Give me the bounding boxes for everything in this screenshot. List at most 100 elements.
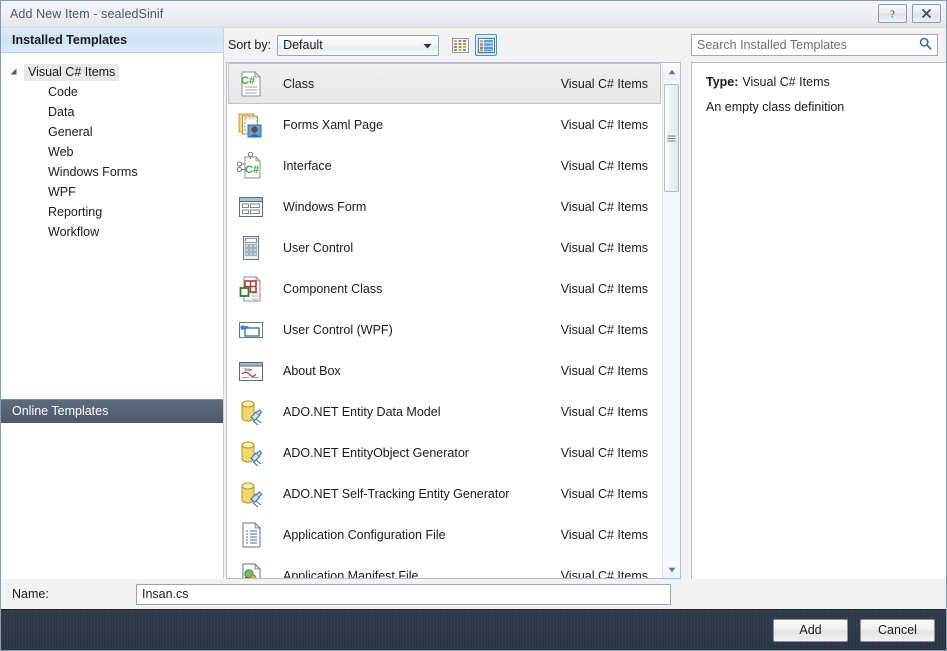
template-name: User Control (WPF) <box>283 322 393 337</box>
tree-item-windows-forms[interactable]: Windows Forms <box>1 162 223 182</box>
tree-item-code[interactable]: Code <box>1 82 223 102</box>
tree-item-web[interactable]: Web <box>1 142 223 162</box>
tree-item-label: Data <box>48 105 75 119</box>
search-area <box>691 28 946 62</box>
ado-net-entity-icon <box>235 478 267 510</box>
templates-list-container: C# Class Visual C# Items Forms Xaml Page… <box>226 62 681 579</box>
template-category: Visual C# Items <box>560 404 648 419</box>
template-details: Type: Visual C# Items An empty class defi… <box>691 62 946 579</box>
template-row-ado-net-entity-data-model[interactable]: ADO.NET Entity Data Model Visual C# Item… <box>228 391 661 432</box>
question-mark-icon: ? <box>890 8 895 20</box>
template-category: Visual C# Items <box>560 322 648 337</box>
small-icons-view-icon <box>451 37 469 53</box>
chevron-up-icon <box>668 69 675 74</box>
scroll-down-button[interactable] <box>663 561 680 578</box>
template-row-ado-net-self-tracking-entity-generator[interactable]: ADO.NET Self-Tracking Entity Generator V… <box>228 473 661 514</box>
template-row-component-class[interactable]: Component Class Visual C# Items <box>228 268 661 309</box>
template-row-about-box[interactable]: Title About Box Visual C# Items <box>228 350 661 391</box>
template-name: ADO.NET EntityObject Generator <box>283 445 469 460</box>
template-name: ADO.NET Self-Tracking Entity Generator <box>283 486 510 501</box>
name-input[interactable] <box>136 583 671 605</box>
template-name: Forms Xaml Page <box>283 117 384 132</box>
template-row-user-control-wpf[interactable]: User Control (WPF) Visual C# Items <box>228 309 661 350</box>
templates-panel: Sort by: Default C# Class Visual C# Item… <box>224 28 689 579</box>
component-class-icon <box>235 273 267 305</box>
tree-item-wpf[interactable]: WPF <box>1 182 223 202</box>
search-input[interactable] <box>692 35 937 55</box>
tree-item-label: Web <box>48 145 74 159</box>
close-button[interactable] <box>912 4 941 23</box>
sort-by-dropdown[interactable]: Default <box>277 34 440 56</box>
template-category: Visual C# Items <box>560 486 648 501</box>
tree-item-label: Windows Forms <box>48 165 138 179</box>
tree-item-reporting[interactable]: Reporting <box>1 202 223 222</box>
svg-text:C#: C# <box>241 75 255 87</box>
svg-text:?: ? <box>890 8 895 20</box>
chevron-down-icon <box>668 567 675 572</box>
tree-root-visual-csharp-items[interactable]: Visual C# Items <box>1 62 223 82</box>
search-box[interactable] <box>691 34 938 56</box>
expander-collapse-icon[interactable] <box>9 68 19 76</box>
template-name: Interface <box>283 158 332 173</box>
tree-item-label: General <box>48 125 93 139</box>
template-category: Visual C# Items <box>560 527 648 542</box>
dialog-footer: Add Cancel <box>1 609 946 650</box>
detail-type-row: Type: Visual C# Items <box>706 75 932 89</box>
template-name: About Box <box>283 363 341 378</box>
window-title: Add New Item - sealedSinif <box>10 7 164 21</box>
user-control-wpf-icon <box>235 314 267 346</box>
ado-net-entity-icon <box>235 437 267 469</box>
tree-item-label: WPF <box>48 185 76 199</box>
installed-templates-panel: Installed Templates Visual C# Items Code… <box>1 28 224 579</box>
manifest-file-icon <box>235 560 267 578</box>
template-row-interface[interactable]: C# Interface Visual C# Items <box>228 145 661 186</box>
help-button[interactable]: ? <box>878 4 907 23</box>
template-row-forms-xaml-page[interactable]: Forms Xaml Page Visual C# Items <box>228 104 661 145</box>
add-button[interactable]: Add <box>773 618 848 642</box>
tree-item-data[interactable]: Data <box>1 102 223 122</box>
scrollbar-track[interactable] <box>663 80 680 561</box>
template-category: Visual C# Items <box>560 158 648 173</box>
template-category: Visual C# Items <box>560 363 648 378</box>
forms-xaml-page-icon <box>235 109 267 141</box>
template-category: Visual C# Items <box>560 76 648 91</box>
close-icon <box>921 8 932 19</box>
template-name: Application Configuration File <box>283 527 446 542</box>
template-row-ado-net-entityobject-generator[interactable]: ADO.NET EntityObject Generator Visual C#… <box>228 432 661 473</box>
template-name: Component Class <box>283 281 383 296</box>
tree-root-label: Visual C# Items <box>24 63 120 81</box>
small-icons-view-button[interactable] <box>449 34 471 56</box>
template-category: Visual C# Items <box>560 199 648 214</box>
name-label: Name: <box>12 587 49 601</box>
template-row-application-configuration-file[interactable]: Application Configuration File Visual C#… <box>228 514 661 555</box>
scroll-up-button[interactable] <box>663 63 680 80</box>
template-name: Windows Form <box>283 199 367 214</box>
scrollbar-thumb[interactable] <box>664 84 679 192</box>
template-name: Application Manifest File <box>283 568 419 579</box>
template-category: Visual C# Items <box>560 240 648 255</box>
template-name: ADO.NET Entity Data Model <box>283 404 441 419</box>
about-box-icon: Title <box>235 355 267 387</box>
templates-list[interactable]: C# Class Visual C# Items Forms Xaml Page… <box>227 63 662 578</box>
title-bar-buttons: ? <box>878 4 941 23</box>
templates-list-scrollbar[interactable] <box>662 63 680 578</box>
template-category: Visual C# Items <box>560 281 648 296</box>
cancel-button[interactable]: Cancel <box>860 618 935 642</box>
template-row-class[interactable]: C# Class Visual C# Items <box>228 63 661 104</box>
ado-net-entity-icon <box>235 396 267 428</box>
search-icon[interactable] <box>919 37 932 53</box>
template-category-tree: Visual C# Items Code Data General Web Wi… <box>1 53 223 399</box>
list-view-button[interactable] <box>475 34 498 56</box>
tree-item-label: Workflow <box>48 225 100 239</box>
template-row-application-manifest-file[interactable]: Application Manifest File Visual C# Item… <box>228 555 661 578</box>
detail-type-label: Type: <box>706 75 739 89</box>
list-view-icon <box>477 37 495 53</box>
tree-item-general[interactable]: General <box>1 122 223 142</box>
templates-toolbar: Sort by: Default <box>224 28 689 62</box>
template-name: User Control <box>283 240 354 255</box>
template-row-windows-form[interactable]: Windows Form Visual C# Items <box>228 186 661 227</box>
online-templates-header[interactable]: Online Templates <box>1 398 223 423</box>
sort-by-label: Sort by: <box>228 38 272 52</box>
template-row-user-control[interactable]: User Control Visual C# Items <box>228 227 661 268</box>
tree-item-workflow[interactable]: Workflow <box>1 222 223 242</box>
